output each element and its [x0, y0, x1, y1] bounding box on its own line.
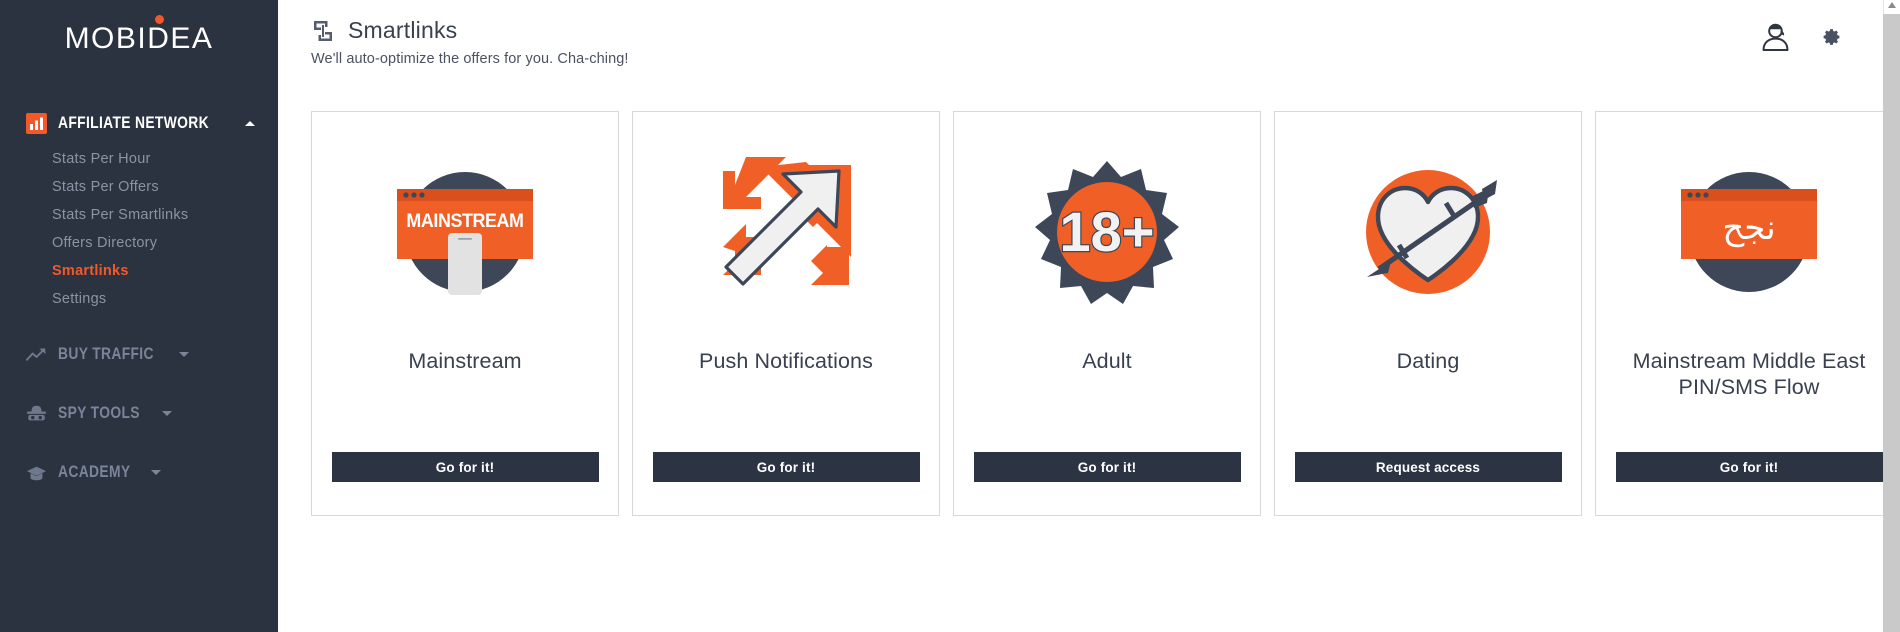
mobidea-logo[interactable]: MOBIDEA	[64, 15, 214, 55]
svg-text:18+: 18+	[1060, 200, 1155, 263]
nav-spacer-1	[0, 313, 278, 337]
sidebar-item-stats-per-offers[interactable]: Stats Per Offers	[0, 173, 278, 201]
gear-settings-icon[interactable]	[1818, 25, 1842, 54]
sidebar-group-academy[interactable]: ACADEMY	[0, 455, 278, 490]
sidebar: MOBIDEA AFFILIATE NETWORK Stats Per Hour…	[0, 0, 278, 632]
sidebar-item-offers-directory[interactable]: Offers Directory	[0, 229, 278, 257]
chevron-down-icon	[151, 470, 162, 475]
sidebar-sublist-affiliate-network: Stats Per Hour Stats Per Offers Stats Pe…	[0, 141, 278, 313]
trending-up-icon	[26, 344, 47, 365]
chevron-up-icon	[244, 121, 255, 126]
logo-text: MOBIDEA	[64, 22, 214, 55]
sidebar-item-smartlinks[interactable]: Smartlinks	[0, 257, 278, 285]
card-action-button[interactable]: Go for it!	[652, 452, 920, 482]
card-action-button[interactable]: Request access	[1294, 452, 1562, 482]
svg-text:نجح: نجح	[1722, 208, 1775, 248]
heart-arrow-icon	[1275, 112, 1581, 334]
chevron-down-icon	[162, 411, 173, 416]
chevron-down-icon	[179, 352, 190, 357]
sidebar-group-buy-traffic[interactable]: BUY TRAFFIC	[0, 337, 278, 372]
mainstream-browser-icon: MAINSTREAM	[312, 112, 618, 334]
card-action-button[interactable]: Go for it!	[331, 452, 599, 482]
sidebar-item-settings[interactable]: Settings	[0, 285, 278, 313]
logo-area[interactable]: MOBIDEA	[0, 0, 278, 72]
smartlink-card[interactable]: نجح Mainstream Middle East PIN/SMS Flow …	[1595, 111, 1900, 516]
arabic-browser-icon: نجح	[1596, 112, 1900, 334]
smartlink-card[interactable]: Push Notifications Go for it!	[632, 111, 940, 516]
smartlink-card[interactable]: Dating Request access	[1274, 111, 1582, 516]
main-content: Smartlinks We'll auto-optimize the offer…	[278, 0, 1900, 632]
scrollbar-thumb[interactable]	[1883, 14, 1900, 632]
spy-hat-icon	[26, 403, 47, 424]
scroll-up-arrow-icon[interactable]	[1888, 2, 1896, 8]
push-arrows-icon	[633, 112, 939, 334]
adult-18plus-badge-icon: 18+	[954, 112, 1260, 334]
page-title: Smartlinks	[348, 17, 458, 44]
card-title: Dating	[1396, 349, 1460, 373]
card-action-button[interactable]: Go for it!	[1615, 452, 1883, 482]
sidebar-group-label: AFFILIATE NETWORK	[58, 114, 209, 132]
sidebar-group-label: SPY TOOLS	[58, 404, 140, 422]
sidebar-group-spy-tools[interactable]: SPY TOOLS	[0, 396, 278, 431]
page-subtitle: We'll auto-optimize the offers for you. …	[311, 51, 629, 67]
nav-spacer-3	[0, 431, 278, 455]
sidebar-item-stats-per-smartlinks[interactable]: Stats Per Smartlinks	[0, 201, 278, 229]
link-chain-icon	[311, 18, 335, 44]
sidebar-nav: AFFILIATE NETWORK Stats Per Hour Stats P…	[0, 72, 278, 490]
sidebar-item-stats-per-hour[interactable]: Stats Per Hour	[0, 145, 278, 173]
svg-text:MAINSTREAM: MAINSTREAM	[406, 209, 523, 231]
bar-chart-icon	[26, 113, 47, 134]
smartlink-card[interactable]: 18+ Adult Go for it!	[953, 111, 1261, 516]
card-title: Adult	[1082, 349, 1132, 373]
user-account-icon[interactable]	[1759, 20, 1792, 58]
nav-spacer-2	[0, 372, 278, 396]
card-title: Push Notifications	[699, 349, 873, 373]
sidebar-group-affiliate-network[interactable]: AFFILIATE NETWORK	[0, 106, 278, 141]
sidebar-group-label: BUY TRAFFIC	[58, 345, 154, 363]
graduation-cap-icon	[26, 462, 47, 483]
app-root: MOBIDEA AFFILIATE NETWORK Stats Per Hour…	[0, 0, 1900, 632]
header-actions	[1759, 20, 1842, 58]
card-title: Mainstream Middle East PIN/SMS Flow	[1632, 349, 1866, 400]
page-scrollbar[interactable]	[1883, 0, 1900, 632]
page-title-row: Smartlinks	[311, 18, 1900, 44]
sidebar-group-label: ACADEMY	[58, 463, 131, 481]
card-action-button[interactable]: Go for it!	[973, 452, 1241, 482]
card-title: Mainstream	[408, 349, 522, 373]
smartlink-card-grid: MAINSTREAM Mainstream Go for it! Push No…	[278, 111, 1900, 516]
logo-dot-icon	[154, 15, 164, 24]
smartlink-card[interactable]: MAINSTREAM Mainstream Go for it!	[311, 111, 619, 516]
page-header: Smartlinks We'll auto-optimize the offer…	[278, 0, 1900, 92]
